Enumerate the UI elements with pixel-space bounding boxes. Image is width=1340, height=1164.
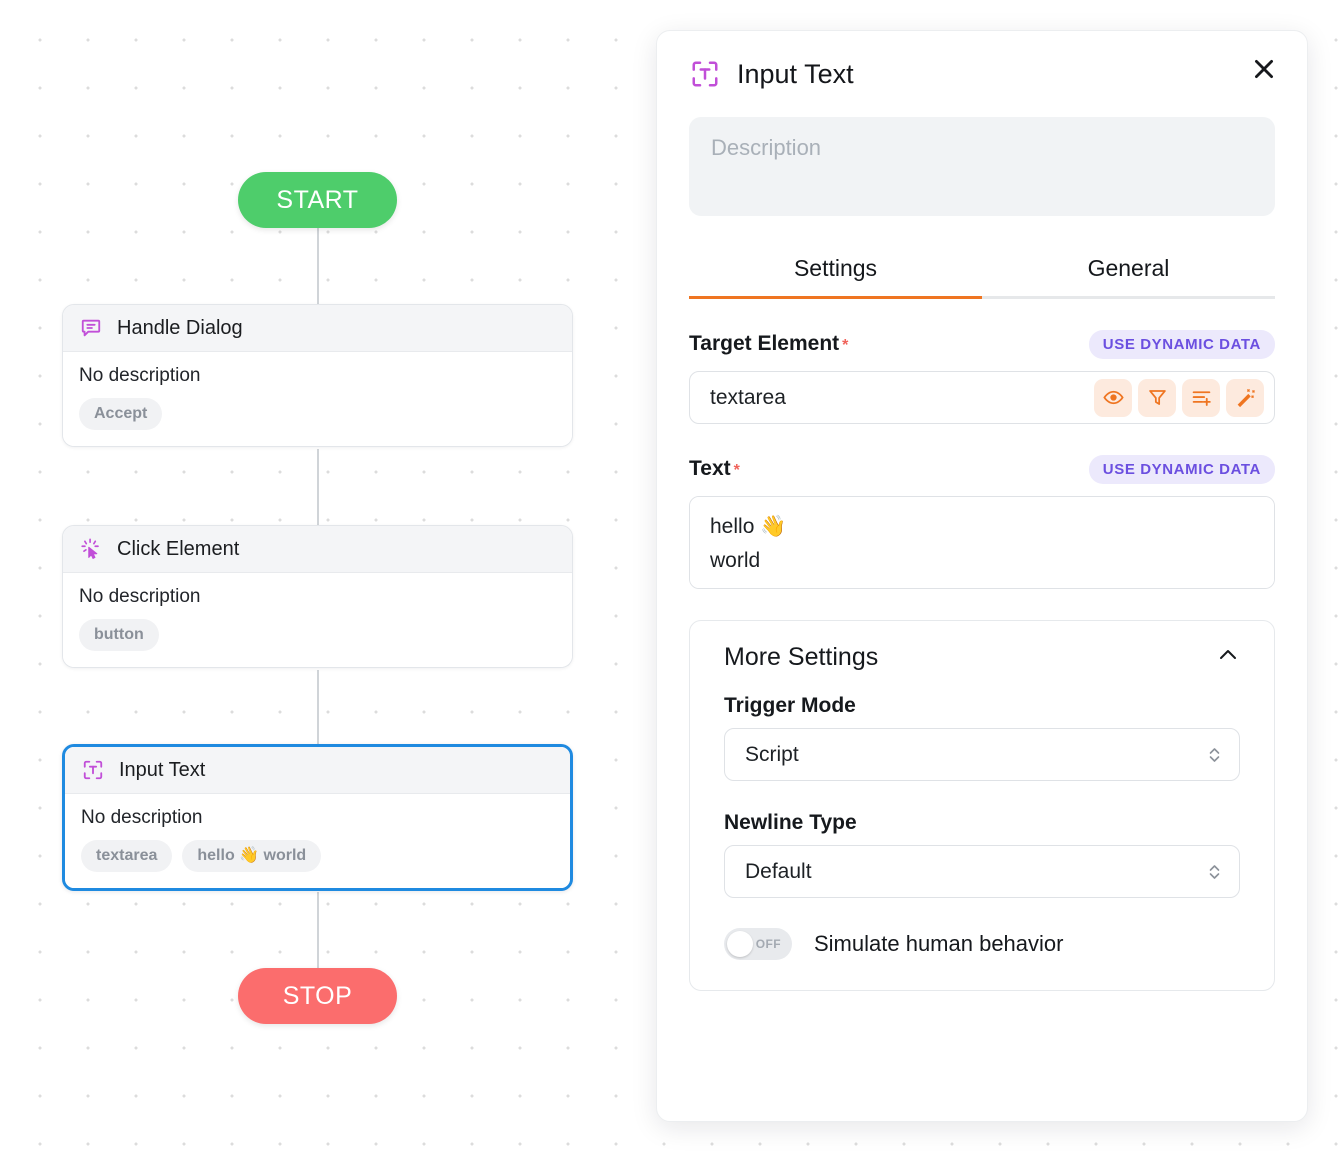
text-label: Text (689, 457, 731, 480)
node-body: No description button (63, 573, 572, 667)
eye-icon[interactable] (1094, 378, 1132, 417)
newline-type-value: Default (745, 859, 812, 883)
active-tab-indicator (689, 296, 982, 299)
more-settings-title: More Settings (724, 643, 879, 671)
input-text-icon (689, 58, 721, 90)
newline-type-label: Newline Type (724, 811, 857, 834)
tab-general[interactable]: General (982, 247, 1275, 296)
connector-node2-to-node3 (317, 670, 319, 746)
magic-wand-icon[interactable] (1226, 378, 1264, 417)
flow-node-handle-dialog[interactable]: Handle Dialog No description Accept (62, 304, 573, 447)
tab-settings[interactable]: Settings (689, 247, 982, 296)
text-label-row: Text * USE DYNAMIC DATA (689, 454, 1275, 484)
required-marker: * (842, 337, 849, 354)
node-chip: Accept (79, 398, 163, 430)
node-title: Click Element (117, 537, 240, 560)
description-input[interactable] (689, 117, 1275, 216)
target-element-label: Target Element (689, 332, 840, 355)
click-cursor-icon (79, 537, 103, 561)
target-element-group: Target Element * USE DYNAMIC DATA (689, 329, 1275, 424)
filter-icon[interactable] (1138, 378, 1176, 417)
simulate-human-toggle[interactable]: OFF (724, 928, 792, 960)
target-element-label-row: Target Element * USE DYNAMIC DATA (689, 329, 1275, 359)
node-chip: textarea (81, 840, 173, 872)
connector-start-to-node1 (317, 228, 319, 304)
target-element-actions (1094, 378, 1264, 417)
required-marker: * (733, 462, 740, 479)
text-label-wrap: Text * (689, 457, 740, 481)
node-chip: button (79, 619, 159, 651)
connector-node3-to-stop (317, 892, 319, 968)
connector-node1-to-node2 (317, 449, 319, 525)
use-dynamic-data-badge-text[interactable]: USE DYNAMIC DATA (1088, 454, 1275, 484)
start-label: START (276, 185, 359, 214)
node-body: No description textarea hello 👋 world (65, 794, 570, 888)
trigger-mode-value: Script (745, 742, 799, 766)
flow-node-input-text[interactable]: Input Text No description textarea hello… (62, 744, 573, 891)
node-header: Click Element (63, 526, 572, 573)
more-settings-header[interactable]: More Settings (724, 643, 1240, 672)
text-group: Text * USE DYNAMIC DATA (689, 454, 1275, 594)
list-plus-icon[interactable] (1182, 378, 1220, 417)
node-title: Input Text (119, 758, 206, 781)
target-element-input-row (689, 371, 1275, 424)
stop-node[interactable]: STOP (238, 968, 397, 1024)
chevron-up-icon[interactable] (1216, 643, 1240, 672)
trigger-mode-select[interactable]: Script (724, 728, 1240, 781)
more-settings-card: More Settings Trigger Mode Script Newlin… (689, 620, 1275, 991)
node-chips: Accept (79, 398, 556, 430)
toggle-knob (727, 931, 753, 957)
node-header: Input Text (65, 747, 570, 794)
newline-type-select[interactable]: Default (724, 845, 1240, 898)
page-title: Input Text (737, 58, 854, 89)
speech-bubble-icon (79, 316, 103, 340)
simulate-human-row: OFF Simulate human behavior (724, 928, 1240, 960)
close-button[interactable] (1247, 53, 1281, 87)
flow-node-click-element[interactable]: Click Element No description button (62, 525, 573, 668)
node-header: Handle Dialog (63, 305, 572, 352)
node-chips: button (79, 619, 556, 651)
node-chip: hello 👋 world (182, 840, 322, 872)
target-element-label-wrap: Target Element * (689, 332, 848, 356)
panel-tabs: Settings General (689, 247, 1275, 299)
stop-label: STOP (282, 981, 353, 1010)
node-body: No description Accept (63, 352, 572, 446)
use-dynamic-data-badge-target[interactable]: USE DYNAMIC DATA (1088, 329, 1275, 359)
toggle-state-label: OFF (755, 937, 781, 951)
node-description: No description (81, 807, 203, 828)
panel-header: Input Text (689, 31, 1275, 117)
node-chips: textarea hello 👋 world (81, 840, 554, 872)
chevron-updown-icon (1208, 862, 1221, 882)
start-node[interactable]: START (238, 172, 397, 228)
chevron-updown-icon (1208, 745, 1221, 765)
input-text-icon (81, 758, 105, 782)
text-input[interactable] (689, 496, 1275, 589)
close-icon (1251, 56, 1277, 85)
node-description: No description (79, 365, 201, 386)
simulate-human-label: Simulate human behavior (814, 931, 1064, 956)
node-title: Handle Dialog (117, 316, 243, 339)
trigger-mode-label: Trigger Mode (724, 694, 856, 717)
target-element-input[interactable] (710, 385, 1094, 410)
node-description: No description (79, 586, 201, 607)
node-detail-panel: Input Text Settings General Target Eleme… (656, 30, 1308, 1122)
